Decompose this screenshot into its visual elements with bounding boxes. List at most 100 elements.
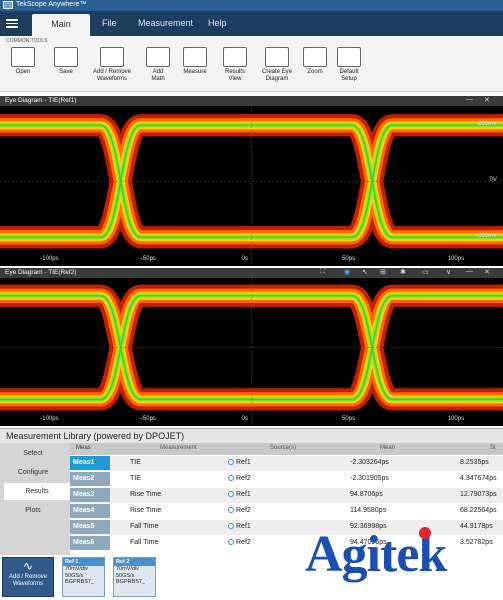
tool-label: Add / Remove Waveforms [92,69,132,82]
meas-cell[interactable]: Meas5 [70,520,110,534]
source-cell: Ref1 [236,491,251,498]
col-meas: Meas [76,445,91,451]
math-icon [146,47,170,67]
ref2-name: Ref 2 [114,558,155,566]
cursor-icon[interactable]: ◉ [344,268,350,276]
table-row[interactable]: Meas3 Rise Time Ref1 94.8706ps 12.79073ps [70,488,503,503]
std-cell: 12.79073ps [460,491,497,498]
measurement-library-header: Measurement Library (powered by DPOJET) [0,428,503,443]
std-cell: 68.22564ps [460,507,497,514]
title-bar: TekScope Anywhere™ [0,0,503,11]
tool-eye-button[interactable]: Create Eye Diagram [258,47,296,83]
tool-folder-button[interactable]: Open [8,47,38,76]
source-indicator-icon [228,475,234,481]
x-tick-label: -100ps [40,256,59,262]
close-icon[interactable]: ✕ [484,96,490,104]
close-icon[interactable]: ✕ [484,268,490,276]
x-tick-label: 50ps [342,416,356,422]
measurement-cell: Rise Time [130,491,162,498]
measurement-cell: Fall Time [130,539,159,546]
app-title: TekScope Anywhere™ [16,1,87,8]
tool-default-setup-button[interactable]: Default Setup [334,47,364,83]
menu-measurement[interactable]: Measurement [138,18,193,28]
table-row[interactable]: Meas2 TIE Ref2 -2.301905ps 4.347674ps [70,472,503,487]
source-cell: Ref2 [236,539,251,546]
default-setup-icon [337,47,361,67]
y-tick-label: -200mV [475,233,497,240]
tab-plots[interactable]: Plots [6,502,60,519]
eye1-header: Eye Diagram - TIE(Ref1) — ✕ [0,96,503,106]
add-remove-waveforms-button[interactable]: ∿ Add / Remove Waveforms [2,557,54,597]
menu-help[interactable]: Help [208,18,227,28]
eye2-header: Eye Diagram - TIE(Ref2) ⛶ ◉ ↖ ⊞ ✱ ▭ ∨ — … [0,268,503,278]
settings-icon[interactable]: ✱ [400,268,406,276]
x-tick-label: -50ps [140,416,156,422]
mean-cell: 94.8706ps [350,491,383,498]
chevron-down-icon[interactable]: ∨ [446,268,451,276]
tool-label: Create Eye Diagram [261,69,292,82]
eye2-title: Eye Diagram - TIE(Ref2) [5,269,77,276]
meas-cell[interactable]: Meas3 [70,488,110,502]
tool-zoom-button[interactable]: Zoom [303,47,327,76]
tool-measure-button[interactable]: Measure [180,47,210,76]
measurement-cell: TIE [130,459,141,466]
hamburger-menu-icon[interactable] [6,19,18,28]
app-logo-icon [3,1,13,9]
col-sources: Source(s) [270,445,297,451]
tab-configure[interactable]: Configure [6,464,60,481]
pointer-icon[interactable]: ↖ [362,268,368,276]
tool-math-button[interactable]: Add Math [146,47,170,83]
source-indicator-icon [228,459,234,465]
tool-label: Default Setup [339,69,359,82]
std-cell: 44.9178ps [460,523,493,530]
meas-cell[interactable]: Meas4 [70,504,110,518]
col-measurement: Measurement [160,445,197,451]
meas-cell[interactable]: Meas2 [70,472,110,486]
table-row[interactable]: Meas4 Rise Time Ref2 114.9580ps 68.22564ps [70,504,503,519]
eye1-plot[interactable]: -100ps -50ps 0s 50ps 100ps 200mV 0V -200mV [0,106,503,266]
eye-icon [265,47,289,67]
x-tick-label: 100ps [447,416,465,422]
tab-results[interactable]: Results [4,483,70,500]
minimize-icon[interactable]: — [466,96,473,103]
fit-icon[interactable]: ⛶ [320,268,325,276]
minimize-icon[interactable]: — [466,268,473,275]
std-cell: 8.2535ps [460,459,489,466]
tool-label: Open [15,69,31,75]
mean-cell: -2.301905ps [350,475,389,482]
waveform-icon: ∿ [22,559,34,573]
folder-icon [11,47,35,67]
layout-icon[interactable]: ▭ [422,268,429,276]
tab-select[interactable]: Select [6,445,60,462]
table-row[interactable]: Meas1 TIE Ref1 -2.303264ps 8.2535ps [70,456,503,471]
measurement-cell: TIE [130,475,141,482]
ref2-pattern: BGPRBS7_ [116,579,146,585]
x-tick-label: 0s [241,256,248,262]
x-tick-label: 100ps [447,256,465,262]
ref1-badge[interactable]: Ref 1 70mV/div 50GS/s BGPRBS7_ [62,557,105,597]
ref2-badge[interactable]: Ref 2 70mV/div 50GS/s BGPRBS7_ [113,557,156,597]
eye2-plot[interactable]: -100ps -50ps 0s 50ps 100ps [0,278,503,426]
meas-cell[interactable]: Meas6 [70,536,110,550]
meas-cell[interactable]: Meas1 [70,456,110,470]
col-mean: Mean [380,445,396,451]
tool-waveform-button[interactable]: Add / Remove Waveforms [88,47,136,83]
source-indicator-icon [228,539,234,545]
results-icon [223,47,247,67]
x-tick-label: -100ps [40,416,59,422]
x-tick-label: -50ps [140,256,156,262]
source-cell: Ref1 [236,523,251,530]
zoom-tool-icon[interactable]: ⊞ [380,268,386,276]
menu-main[interactable]: Main [32,14,90,36]
measurement-cell: Fall Time [130,523,159,530]
source-indicator-icon [228,523,234,529]
menu-file[interactable]: File [102,18,117,28]
tool-results-button[interactable]: Results View [222,47,248,83]
tool-save-button[interactable]: Save [51,47,81,76]
y-tick-label: 200mV [477,121,497,128]
measurement-library-title: Measurement Library (powered by DPOJET) [6,431,185,441]
add-waveforms-label: Add / Remove Waveforms [8,574,48,587]
x-tick-label: 50ps [342,256,356,262]
x-tick-label: 0s [241,416,248,422]
tool-label: Zoom [307,69,323,75]
